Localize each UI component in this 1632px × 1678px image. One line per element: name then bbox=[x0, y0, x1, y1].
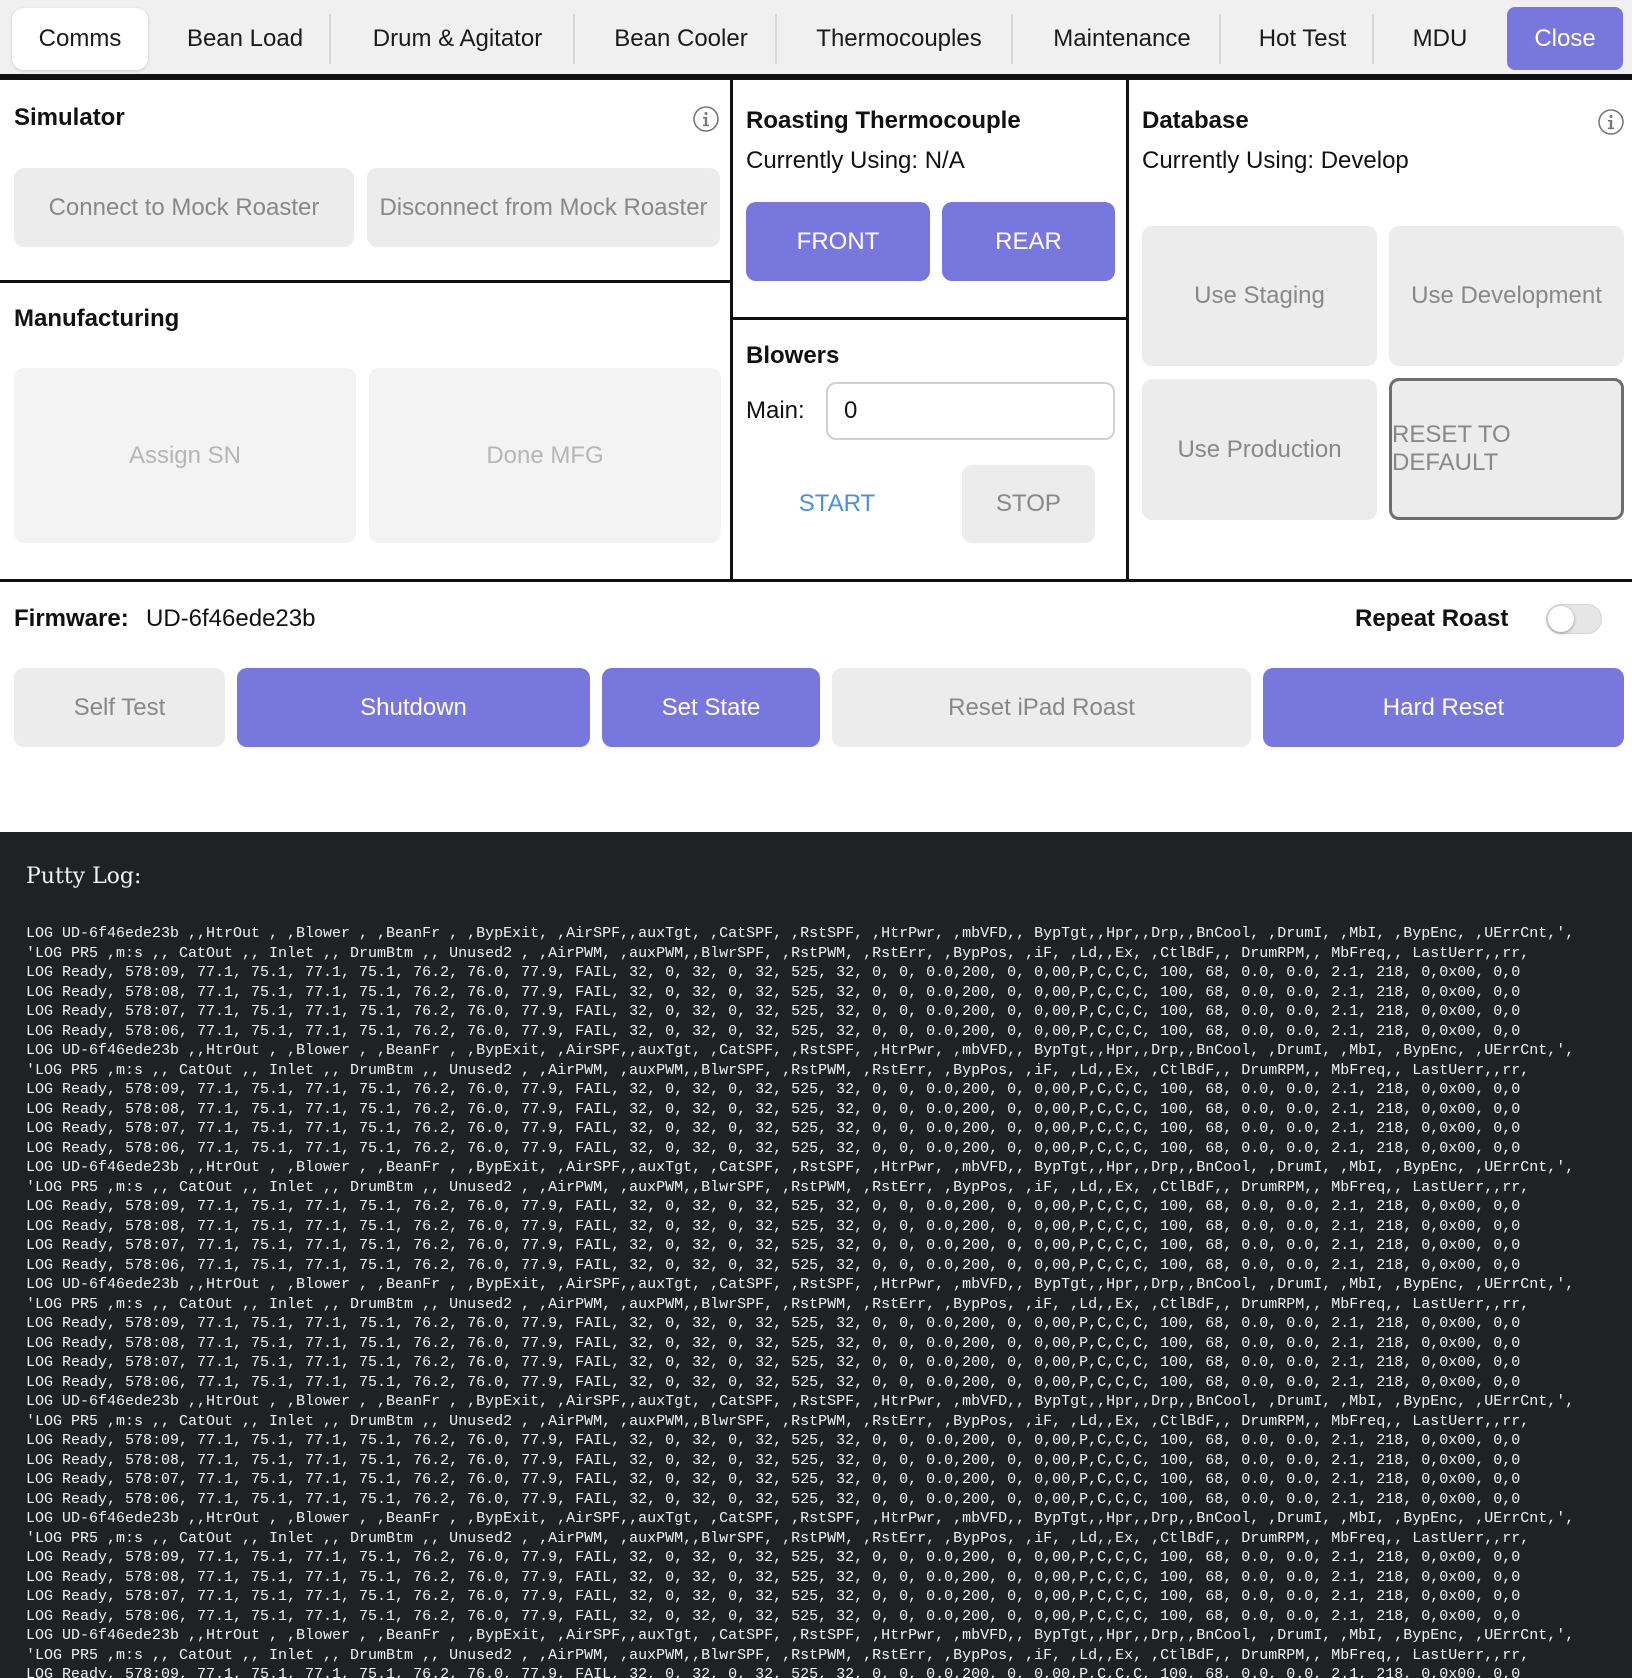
log-line: LOG Ready, 578:08, 77.1, 75.1, 77.1, 75.… bbox=[26, 1217, 1521, 1235]
log-line: LOG Ready, 578:09, 77.1, 75.1, 77.1, 75.… bbox=[26, 1432, 1521, 1449]
tab-separator bbox=[573, 14, 575, 64]
log-line: 'LOG PR5 ,m:s ,, CatOut ,, Inlet ,, Drum… bbox=[26, 1295, 1530, 1313]
log-line: LOG Ready, 578:08, 77.1, 75.1, 77.1, 75.… bbox=[26, 1334, 1521, 1352]
log-line: LOG UD-6f46ede23b ,,HtrOut , ,Blower , ,… bbox=[26, 1276, 1575, 1293]
rear-button[interactable]: REAR bbox=[942, 202, 1115, 281]
toggle-knob bbox=[1548, 606, 1574, 632]
divider bbox=[0, 280, 730, 283]
putty-log[interactable]: Putty Log: LOG UD-6f46ede23b ,,HtrOut , … bbox=[0, 832, 1632, 1678]
use-development-button[interactable]: Use Development bbox=[1389, 226, 1624, 366]
log-line: LOG Ready, 578:07, 77.1, 75.1, 77.1, 75.… bbox=[26, 1003, 1521, 1020]
firmware-version: UD-6f46ede23b bbox=[146, 605, 316, 632]
log-line: LOG Ready, 578:08, 77.1, 75.1, 77.1, 75.… bbox=[26, 983, 1521, 1001]
thermocouple-title: Roasting Thermocouple bbox=[746, 107, 1021, 134]
log-lines: LOG UD-6f46ede23b ,,HtrOut , ,Blower , ,… bbox=[26, 924, 1626, 1678]
repeat-roast-label: Repeat Roast bbox=[1355, 605, 1509, 632]
log-line: 'LOG PR5 ,m:s ,, CatOut ,, Inlet ,, Drum… bbox=[26, 1061, 1530, 1079]
database-status: Currently Using: Develop bbox=[1142, 147, 1409, 174]
divider bbox=[730, 80, 733, 582]
tab-thermocouples[interactable]: Thermocouples bbox=[790, 8, 1008, 70]
log-line: LOG Ready, 578:09, 77.1, 75.1, 77.1, 75.… bbox=[26, 1081, 1521, 1098]
log-line: LOG UD-6f46ede23b ,,HtrOut , ,Blower , ,… bbox=[26, 1393, 1575, 1410]
self-test-button[interactable]: Self Test bbox=[14, 668, 225, 747]
log-line: LOG Ready, 578:06, 77.1, 75.1, 77.1, 75.… bbox=[26, 1490, 1521, 1508]
tab-hot-test[interactable]: Hot Test bbox=[1235, 8, 1370, 70]
reset-to-default-button[interactable]: RESET TO DEFAULT bbox=[1389, 378, 1624, 520]
start-button[interactable]: START bbox=[760, 465, 914, 543]
connect-mock-roaster-button[interactable]: Connect to Mock Roaster bbox=[14, 168, 354, 247]
blowers-title: Blowers bbox=[746, 342, 840, 369]
assign-sn-button[interactable]: Assign SN bbox=[14, 368, 356, 543]
front-button[interactable]: FRONT bbox=[746, 202, 930, 281]
divider bbox=[0, 579, 1632, 582]
done-mfg-button[interactable]: Done MFG bbox=[369, 368, 721, 543]
tab-comms[interactable]: Comms bbox=[12, 8, 148, 70]
tab-separator bbox=[329, 14, 331, 64]
log-title: Putty Log: bbox=[26, 864, 142, 889]
tab-separator bbox=[775, 14, 777, 64]
tab-separator bbox=[1011, 14, 1013, 64]
use-staging-button[interactable]: Use Staging bbox=[1142, 226, 1377, 366]
hard-reset-button[interactable]: Hard Reset bbox=[1263, 668, 1624, 747]
log-line: LOG Ready, 578:09, 77.1, 75.1, 77.1, 75.… bbox=[26, 1666, 1521, 1678]
log-line: LOG Ready, 578:09, 77.1, 75.1, 77.1, 75.… bbox=[26, 1549, 1521, 1566]
tab-bean-load[interactable]: Bean Load bbox=[165, 8, 325, 70]
log-line: LOG UD-6f46ede23b ,,HtrOut , ,Blower , ,… bbox=[26, 1042, 1575, 1059]
reset-ipad-roast-button[interactable]: Reset iPad Roast bbox=[832, 668, 1251, 747]
log-line: 'LOG PR5 ,m:s ,, CatOut ,, Inlet ,, Drum… bbox=[26, 944, 1530, 962]
use-production-button[interactable]: Use Production bbox=[1142, 379, 1377, 520]
info-icon[interactable] bbox=[1597, 108, 1625, 136]
log-line: LOG UD-6f46ede23b ,,HtrOut , ,Blower , ,… bbox=[26, 1627, 1575, 1644]
divider bbox=[1126, 80, 1129, 582]
info-icon[interactable] bbox=[692, 105, 720, 133]
log-line: LOG Ready, 578:06, 77.1, 75.1, 77.1, 75.… bbox=[26, 1256, 1521, 1274]
tab-maintenance[interactable]: Maintenance bbox=[1027, 8, 1217, 70]
log-line: LOG Ready, 578:06, 77.1, 75.1, 77.1, 75.… bbox=[26, 1022, 1521, 1040]
main-blower-input[interactable]: 0 bbox=[826, 382, 1115, 440]
disconnect-mock-roaster-button[interactable]: Disconnect from Mock Roaster bbox=[367, 168, 720, 247]
log-line: 'LOG PR5 ,m:s ,, CatOut ,, Inlet ,, Drum… bbox=[26, 1646, 1530, 1664]
firmware-label: Firmware: bbox=[14, 605, 129, 632]
thermocouple-status: Currently Using: N/A bbox=[746, 147, 965, 174]
close-button[interactable]: Close bbox=[1507, 7, 1623, 70]
log-line: 'LOG PR5 ,m:s ,, CatOut ,, Inlet ,, Drum… bbox=[26, 1178, 1530, 1196]
log-line: 'LOG PR5 ,m:s ,, CatOut ,, Inlet ,, Drum… bbox=[26, 1412, 1530, 1430]
tab-separator bbox=[1372, 14, 1374, 64]
log-line: LOG Ready, 578:07, 77.1, 75.1, 77.1, 75.… bbox=[26, 1471, 1521, 1488]
tab-mdu[interactable]: MDU bbox=[1388, 8, 1492, 70]
tab-separator bbox=[1219, 14, 1221, 64]
log-line: LOG Ready, 578:09, 77.1, 75.1, 77.1, 75.… bbox=[26, 1315, 1521, 1332]
log-line: LOG Ready, 578:08, 77.1, 75.1, 77.1, 75.… bbox=[26, 1451, 1521, 1469]
tab-bar: Comms Bean Load Drum & Agitator Bean Coo… bbox=[0, 0, 1632, 80]
log-line: 'LOG PR5 ,m:s ,, CatOut ,, Inlet ,, Drum… bbox=[26, 1529, 1530, 1547]
log-line: LOG UD-6f46ede23b ,,HtrOut , ,Blower , ,… bbox=[26, 925, 1575, 942]
log-line: LOG Ready, 578:06, 77.1, 75.1, 77.1, 75.… bbox=[26, 1373, 1521, 1391]
stop-button[interactable]: STOP bbox=[962, 465, 1095, 543]
tab-bean-cooler[interactable]: Bean Cooler bbox=[590, 8, 772, 70]
repeat-roast-toggle[interactable] bbox=[1546, 604, 1602, 634]
log-line: LOG UD-6f46ede23b ,,HtrOut , ,Blower , ,… bbox=[26, 1159, 1575, 1176]
log-line: LOG Ready, 578:06, 77.1, 75.1, 77.1, 75.… bbox=[26, 1139, 1521, 1157]
main-blower-label: Main: bbox=[746, 397, 805, 424]
log-line: LOG Ready, 578:07, 77.1, 75.1, 77.1, 75.… bbox=[26, 1120, 1521, 1137]
log-line: LOG Ready, 578:08, 77.1, 75.1, 77.1, 75.… bbox=[26, 1568, 1521, 1586]
log-line: LOG Ready, 578:07, 77.1, 75.1, 77.1, 75.… bbox=[26, 1588, 1521, 1605]
set-state-button[interactable]: Set State bbox=[602, 668, 820, 747]
log-line: LOG Ready, 578:09, 77.1, 75.1, 77.1, 75.… bbox=[26, 964, 1521, 981]
shutdown-button[interactable]: Shutdown bbox=[237, 668, 590, 747]
log-line: LOG Ready, 578:07, 77.1, 75.1, 77.1, 75.… bbox=[26, 1354, 1521, 1371]
database-title: Database bbox=[1142, 107, 1249, 134]
log-line: LOG Ready, 578:09, 77.1, 75.1, 77.1, 75.… bbox=[26, 1198, 1521, 1215]
log-line: LOG Ready, 578:07, 77.1, 75.1, 77.1, 75.… bbox=[26, 1237, 1521, 1254]
manufacturing-title: Manufacturing bbox=[14, 305, 180, 332]
divider bbox=[733, 317, 1126, 320]
tab-drum-agitator[interactable]: Drum & Agitator bbox=[345, 8, 570, 70]
log-line: LOG Ready, 578:06, 77.1, 75.1, 77.1, 75.… bbox=[26, 1607, 1521, 1625]
log-line: LOG Ready, 578:08, 77.1, 75.1, 77.1, 75.… bbox=[26, 1100, 1521, 1118]
log-line: LOG UD-6f46ede23b ,,HtrOut , ,Blower , ,… bbox=[26, 1510, 1575, 1527]
simulator-title: Simulator bbox=[14, 104, 125, 131]
